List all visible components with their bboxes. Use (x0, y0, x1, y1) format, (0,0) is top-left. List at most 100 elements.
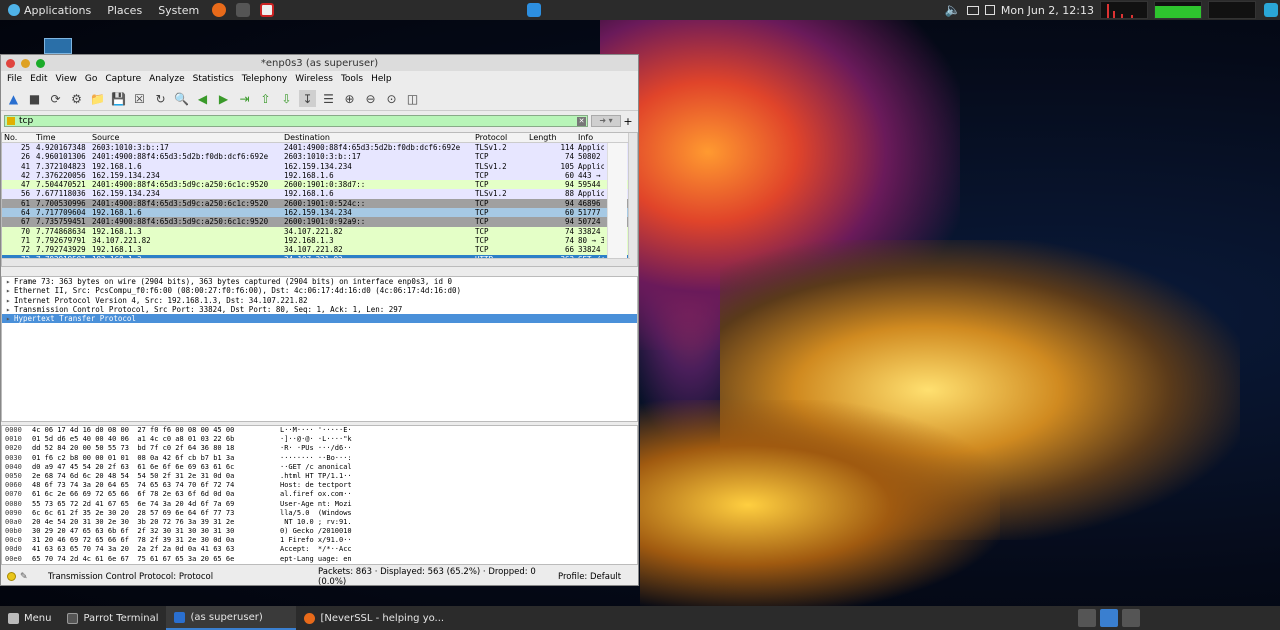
expand-arrow-icon[interactable]: ▸ (6, 314, 14, 323)
table-row[interactable]: 42 7.376220056 162.159.134.234 192.168.1.6 T… (2, 170, 637, 181)
add-filter-button[interactable]: + (621, 115, 635, 128)
clipboard-icon[interactable] (984, 5, 995, 15)
menu-help[interactable]: Help (367, 74, 396, 84)
go-forward-icon[interactable]: ▶ (215, 90, 232, 107)
packet-list-scrollbar[interactable] (628, 133, 637, 266)
hex-row[interactable]: 00e0 65 70 74 2d 4c 61 6e 67 75 61 67 65 … (2, 555, 637, 564)
table-row[interactable]: 26 4.960101306 2401:4900:88f4:65d3:5d2b:f0… (2, 152, 637, 162)
table-row[interactable]: 72 7.792743929 192.168.1.3 34.107.221.82 TCP… (2, 245, 637, 255)
find-packet-icon[interactable]: 🔍 (173, 90, 190, 107)
expert-info-icon[interactable] (7, 572, 16, 581)
capture-options-icon[interactable]: ⚙ (68, 90, 85, 107)
first-packet-icon[interactable]: ⇧ (257, 90, 274, 107)
hex-row[interactable]: 0020 dd 52 84 20 00 50 55 73 bd 7f c0 2f … (2, 444, 637, 453)
hex-row[interactable]: 0010 01 5d d6 e5 40 00 40 06 a1 4c c0 a8 … (2, 435, 637, 444)
table-row[interactable]: 25 4.920167348 2603:1010:3:b::17 2401:4900:… (2, 143, 637, 153)
menu-go[interactable]: Go (81, 74, 101, 84)
close-window-button[interactable] (6, 58, 15, 68)
resize-columns-icon[interactable]: ◫ (404, 90, 421, 107)
hex-row[interactable]: 00d0 41 63 63 65 70 74 3a 20 2a 2f 2a 0d … (2, 545, 637, 554)
hex-row[interactable]: 0090 6c 6c 61 2f 35 2e 30 20 28 57 69 6e … (2, 509, 637, 518)
desktop-folder-icon[interactable] (44, 38, 72, 54)
notifications-icon[interactable] (527, 3, 542, 17)
expand-arrow-icon[interactable]: ▸ (6, 286, 14, 295)
menu-edit[interactable]: Edit (26, 74, 51, 84)
col-protocol[interactable]: Protocol (473, 133, 527, 142)
display-filter-input[interactable]: tcp ✕ (4, 115, 588, 127)
taskbar-item-terminal[interactable]: Parrot Terminal (59, 606, 166, 630)
table-row[interactable]: 67 7.735759451 2401:4900:88f4:65d3:5d9c:a2… (2, 217, 637, 227)
col-info[interactable]: Info (576, 133, 604, 142)
taskbar-item-wireshark[interactable]: (as superuser) (166, 606, 297, 630)
menu-analyze[interactable]: Analyze (145, 74, 188, 84)
clear-filter-icon[interactable]: ✕ (577, 117, 586, 126)
menu-wireless[interactable]: Wireless (291, 74, 337, 84)
go-back-icon[interactable]: ◀ (194, 90, 211, 107)
hex-row[interactable]: 00b0 30 29 20 47 65 63 6b 6f 2f 32 30 31 … (2, 527, 637, 536)
detail-tree-item[interactable]: ▸ Ethernet II, Src: PcsCompu_f0:f6:00 (08… (2, 286, 637, 295)
expand-arrow-icon[interactable]: ▸ (6, 296, 14, 305)
terminal-launcher-icon[interactable] (236, 3, 251, 17)
table-row[interactable]: 47 7.504470521 2401:4900:88f4:65d3:5d9c:a2… (2, 180, 637, 190)
normal-size-icon[interactable]: ⊙ (383, 90, 400, 107)
hex-row[interactable]: 0000 4c 06 17 4d 16 d0 08 00 27 f0 f6 00 … (2, 426, 637, 435)
table-row[interactable]: 41 7.372104823 192.168.1.6 162.159.134.234 T… (2, 161, 637, 171)
workspace-1[interactable] (1078, 609, 1096, 627)
hex-row[interactable]: 00c0 31 20 46 69 72 65 66 6f 78 2f 39 31 … (2, 536, 637, 545)
display-icon[interactable] (966, 5, 979, 15)
table-row[interactable]: 71 7.792679791 34.107.221.82 192.168.1.3 TCP… (2, 235, 637, 246)
volume-icon[interactable]: 🔈 (945, 3, 961, 18)
stop-capture-icon[interactable]: ■ (26, 90, 43, 107)
hex-row[interactable]: 0030 01 f6 c2 b8 00 00 01 01 08 0a 42 6f … (2, 454, 637, 463)
detail-tree-item[interactable]: ▸ Hypertext Transfer Protocol (2, 314, 637, 324)
last-packet-icon[interactable]: ⇩ (278, 90, 295, 107)
menu-tools[interactable]: Tools (337, 74, 367, 84)
col-length[interactable]: Length (527, 133, 576, 142)
open-file-icon[interactable]: 📁 (89, 90, 106, 107)
maximize-window-button[interactable] (36, 58, 45, 68)
applications-menu[interactable]: Applications (0, 4, 99, 17)
workspace-3[interactable] (1122, 609, 1140, 627)
taskbar-item-firefox[interactable]: [NeverSSL - helping yo... (296, 606, 452, 630)
detail-tree-item[interactable]: ▸ Transmission Control Protocol, Src Port… (2, 305, 637, 314)
col-time[interactable]: Time (34, 133, 90, 142)
restart-capture-icon[interactable]: ⟳ (47, 90, 64, 107)
menu-view[interactable]: View (52, 74, 81, 84)
edit-comment-icon[interactable]: ✎ (20, 572, 30, 582)
detail-tree-item[interactable]: ▸ Frame 73: 363 bytes on wire (2904 bits)… (2, 277, 637, 286)
text-editor-launcher-icon[interactable] (260, 3, 275, 17)
menu-statistics[interactable]: Statistics (189, 74, 238, 84)
expand-arrow-icon[interactable]: ▸ (6, 277, 14, 286)
menu-capture[interactable]: Capture (101, 74, 145, 84)
system-menu[interactable]: System (150, 4, 207, 17)
hex-row[interactable]: 0080 55 73 65 72 2d 41 67 65 6e 74 3a 20 … (2, 500, 637, 509)
table-row[interactable]: 56 7.677118036 162.159.134.234 192.168.1.6 T… (2, 189, 637, 199)
firefox-launcher-icon[interactable] (212, 3, 227, 17)
autoscroll-icon[interactable]: ↧ (299, 90, 316, 107)
show-desktop-icon[interactable] (1264, 3, 1278, 17)
packet-list-hscrollbar[interactable] (2, 258, 630, 266)
save-file-icon[interactable]: 💾 (110, 90, 127, 107)
zoom-in-icon[interactable]: ⊕ (341, 90, 358, 107)
col-destination[interactable]: Destination (282, 133, 473, 142)
col-no[interactable]: No. (2, 133, 34, 142)
hex-row[interactable]: 00a0 20 4e 54 20 31 30 2e 30 3b 20 72 76 … (2, 518, 637, 527)
taskbar-menu-button[interactable]: Menu (0, 606, 59, 630)
table-row[interactable]: 61 7.700530996 2401:4900:88f4:65d3:5d9c:a2… (2, 198, 637, 209)
bookmark-icon[interactable] (7, 117, 15, 125)
intelligent-scrollbar[interactable] (607, 143, 627, 261)
zoom-out-icon[interactable]: ⊖ (362, 90, 379, 107)
hex-row[interactable]: 0060 48 6f 73 74 3a 20 64 65 74 65 63 74 … (2, 481, 637, 490)
hex-row[interactable]: 0040 d0 a9 47 45 54 20 2f 63 61 6e 6f 6e … (2, 463, 637, 472)
go-to-packet-icon[interactable]: ⇥ (236, 90, 253, 107)
start-capture-icon[interactable]: ▲ (5, 90, 22, 107)
minimize-window-button[interactable] (21, 58, 30, 68)
expand-arrow-icon[interactable]: ▸ (6, 305, 14, 314)
table-row[interactable]: 70 7.774868634 192.168.1.3 34.107.221.82 TCP… (2, 226, 637, 236)
table-row[interactable]: 64 7.717709604 192.168.1.6 162.159.134.234 T… (2, 208, 637, 218)
places-menu[interactable]: Places (99, 4, 150, 17)
clock[interactable]: Mon Jun 2, 12:13 (1001, 4, 1094, 17)
colorize-icon[interactable]: ☰ (320, 90, 337, 107)
status-profile[interactable]: Profile: Default (558, 572, 621, 582)
close-file-icon[interactable]: ☒ (131, 90, 148, 107)
